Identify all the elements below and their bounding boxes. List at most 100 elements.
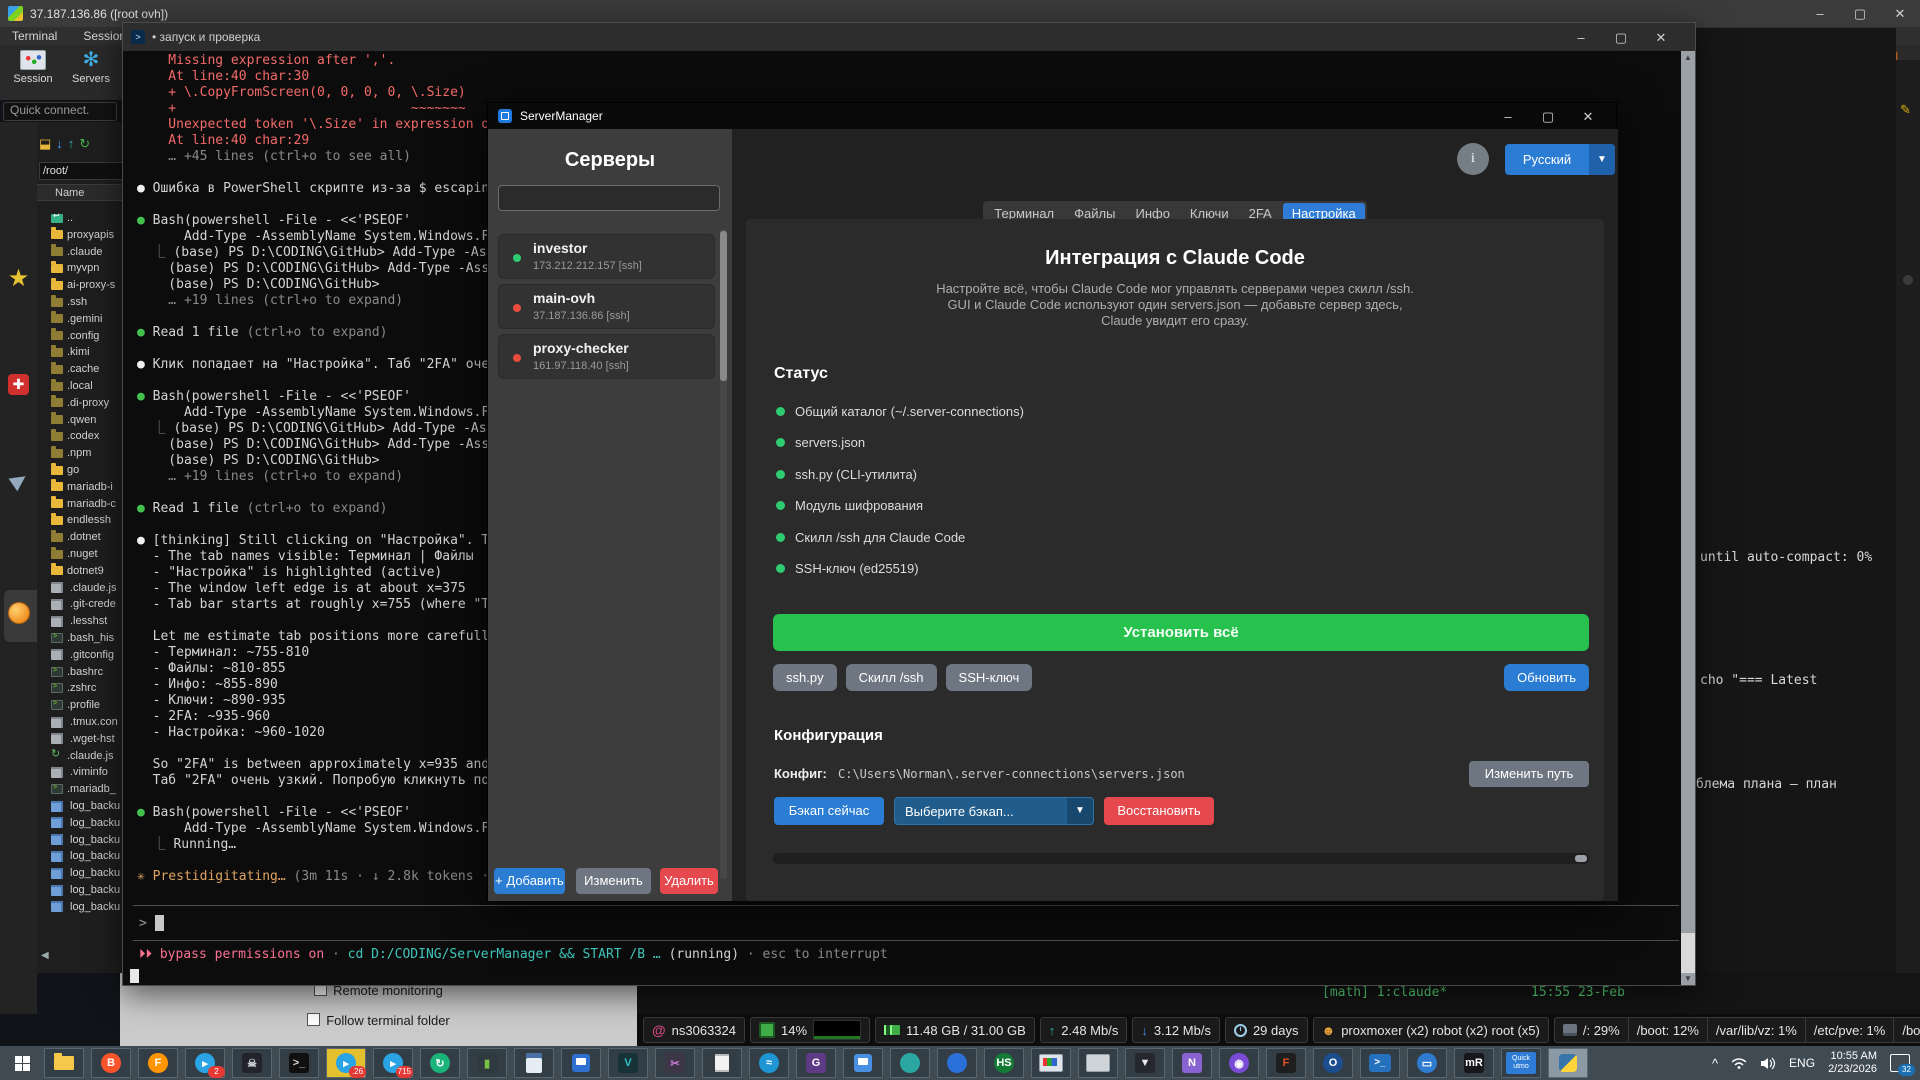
tree-row[interactable]: log_backu xyxy=(51,899,120,915)
tree-row[interactable]: .viminfo xyxy=(51,764,108,780)
globe-icon[interactable] xyxy=(8,602,30,624)
taskbar-item-teal-app[interactable] xyxy=(890,1048,930,1078)
upload-icon[interactable]: ↑ xyxy=(68,136,75,152)
edit-server-button[interactable]: Изменить xyxy=(576,868,651,894)
tree-row[interactable]: myvpn xyxy=(51,260,99,276)
mobaxterm-minimize-button[interactable]: – xyxy=(1800,0,1840,27)
tray-chevron-icon[interactable]: ^ xyxy=(1712,1056,1718,1071)
tree-row[interactable]: .dotnet xyxy=(51,529,101,545)
tree-row[interactable]: .qwen xyxy=(51,412,96,428)
taskbar-item-notion[interactable]: N xyxy=(1172,1048,1212,1078)
taskbar-item-github-desktop[interactable]: ◉ xyxy=(1219,1048,1259,1078)
backup-select[interactable]: Выберите бэкап... ▼ xyxy=(894,797,1094,825)
info-button[interactable]: i xyxy=(1457,143,1489,175)
servers-button[interactable]: ✻ Servers xyxy=(64,48,118,98)
taskbar-item-notepad[interactable] xyxy=(702,1048,742,1078)
tree-row[interactable]: .. xyxy=(51,210,73,226)
servermanager-minimize-button[interactable]: – xyxy=(1488,103,1528,130)
taskbar-item-cmd-terminal[interactable]: >_ xyxy=(279,1048,319,1078)
taskbar-item-battery-tool[interactable]: ▮ xyxy=(467,1048,507,1078)
taskbar-item-file-explorer[interactable] xyxy=(44,1048,84,1078)
tree-column-header[interactable]: Name xyxy=(37,184,122,201)
servermanager-close-button[interactable]: ✕ xyxy=(1568,103,1608,130)
terminal-maximize-button[interactable]: ▢ xyxy=(1601,24,1641,51)
horizontal-scrollbar-thumb[interactable] xyxy=(1575,855,1587,862)
tree-row[interactable]: .config xyxy=(51,328,99,344)
speaker-icon[interactable] xyxy=(1760,1057,1776,1070)
tree-row[interactable]: .mariadb_ xyxy=(51,781,116,797)
server-list-scrollbar-thumb[interactable] xyxy=(720,231,727,381)
taskbar-item-brave-browser[interactable]: B xyxy=(91,1048,131,1078)
follow-terminal-folder-option[interactable]: Follow terminal folder xyxy=(120,1013,637,1028)
scroll-up-icon[interactable]: ▲ xyxy=(1681,53,1695,62)
install-all-button[interactable]: Установить всё xyxy=(773,614,1589,651)
tree-row[interactable]: go xyxy=(51,462,79,478)
taskbar-item-blue-window-app[interactable] xyxy=(561,1048,601,1078)
mobaxterm-maximize-button[interactable]: ▢ xyxy=(1840,0,1880,27)
taskbar-item-telegram-2[interactable]: ▸.26 xyxy=(326,1048,366,1078)
tree-row[interactable]: log_backu xyxy=(51,815,120,831)
horizontal-scrollbar[interactable] xyxy=(773,853,1589,864)
tree-row[interactable]: .claude.js xyxy=(51,580,116,596)
refresh-icon[interactable]: ↻ xyxy=(79,136,90,152)
scroll-down-icon[interactable]: ▼ xyxy=(1681,974,1695,983)
tree-row[interactable]: log_backu xyxy=(51,848,120,864)
tree-row[interactable]: .zshrc xyxy=(51,680,96,696)
taskbar-item-blue-bird-app[interactable]: ≈ xyxy=(749,1048,789,1078)
tree-row[interactable]: .ssh xyxy=(51,294,87,310)
menu-item-terminal[interactable]: Terminal xyxy=(12,29,57,43)
claude-input-box[interactable]: > xyxy=(133,905,1679,941)
taskbar-item-firefox[interactable]: F xyxy=(138,1048,178,1078)
tree-row[interactable]: log_backu xyxy=(51,832,120,848)
taskbar-item-opera[interactable]: O xyxy=(1313,1048,1353,1078)
path-input[interactable]: /root/ xyxy=(39,162,123,180)
pencil-icon[interactable]: ✎ xyxy=(1900,102,1911,118)
tree-row[interactable]: .bashrc xyxy=(51,664,103,680)
scrollbar-thumb[interactable] xyxy=(1681,933,1695,973)
quick-connect-input[interactable]: Quick connect. xyxy=(3,102,117,121)
tree-row[interactable]: mariadb-i xyxy=(51,479,113,495)
start-button[interactable] xyxy=(0,1046,44,1080)
tree-row[interactable]: .npm xyxy=(51,445,91,461)
taskbar-item-quickutmo[interactable]: Quick utmo xyxy=(1501,1048,1541,1078)
restore-button[interactable]: Восстановить xyxy=(1104,797,1214,825)
tree-row[interactable]: log_backu xyxy=(51,882,120,898)
taskbar-item-scissors-app[interactable]: ✂ xyxy=(655,1048,695,1078)
add-server-button[interactable]: + Добавить xyxy=(494,868,565,894)
download-icon[interactable]: ↓ xyxy=(56,136,63,152)
backup-now-button[interactable]: Бэкап сейчас xyxy=(774,797,884,825)
right-tab-icon[interactable] xyxy=(1903,275,1913,285)
taskbar-item-heidisql[interactable]: HS xyxy=(984,1048,1024,1078)
tree-row[interactable]: dotnet9 xyxy=(51,563,104,579)
taskbar-item-mobaxterm[interactable] xyxy=(1031,1048,1071,1078)
tree-row[interactable]: .codex xyxy=(51,428,99,444)
taskbar-item-monitor-app[interactable] xyxy=(1078,1048,1118,1078)
tree-row[interactable]: .local xyxy=(51,378,93,394)
tree-row[interactable]: .git-crede xyxy=(51,596,116,612)
taskbar-item-figma[interactable]: F xyxy=(1266,1048,1306,1078)
wifi-icon[interactable] xyxy=(1731,1057,1747,1069)
tree-row[interactable]: endlessh xyxy=(51,512,111,528)
tree-row[interactable]: .tmux.con xyxy=(51,714,118,730)
taskbar-item-photos-app[interactable] xyxy=(843,1048,883,1078)
install-chip-SSH-ключ[interactable]: SSH-ключ xyxy=(946,664,1033,691)
follow-terminal-folder-checkbox[interactable] xyxy=(307,1013,320,1026)
tree-row[interactable]: .cache xyxy=(51,361,99,377)
refresh-button[interactable]: Обновить xyxy=(1504,664,1589,691)
change-path-button[interactable]: Изменить путь xyxy=(1469,761,1589,787)
taskbar-item-panic-app[interactable]: ☠ xyxy=(232,1048,272,1078)
server-search-input[interactable] xyxy=(498,185,720,211)
tree-row[interactable]: .gitconfig xyxy=(51,647,114,663)
tree-row[interactable]: .lesshst xyxy=(51,613,107,629)
taskbar-item-sync-app[interactable]: ↻ xyxy=(420,1048,460,1078)
tree-scroll-left-icon[interactable]: ◀ xyxy=(41,950,49,961)
taskbar-item-funnel-app[interactable]: ▼ xyxy=(1125,1048,1165,1078)
tree-row[interactable]: .claude xyxy=(51,244,102,260)
taskbar-item-calculator[interactable] xyxy=(514,1048,554,1078)
install-chip-ssh.py[interactable]: ssh.py xyxy=(773,664,837,691)
taskbar-item-blue-app[interactable] xyxy=(937,1048,977,1078)
server-card-proxy-checker[interactable]: proxy-checker161.97.118.40 [ssh] xyxy=(498,334,715,379)
paper-plane-icon[interactable]: ▶ xyxy=(0,459,41,501)
terminal-scrollbar[interactable]: ▲ ▼ xyxy=(1681,51,1695,985)
taskbar-item-python-app[interactable] xyxy=(1548,1048,1588,1078)
